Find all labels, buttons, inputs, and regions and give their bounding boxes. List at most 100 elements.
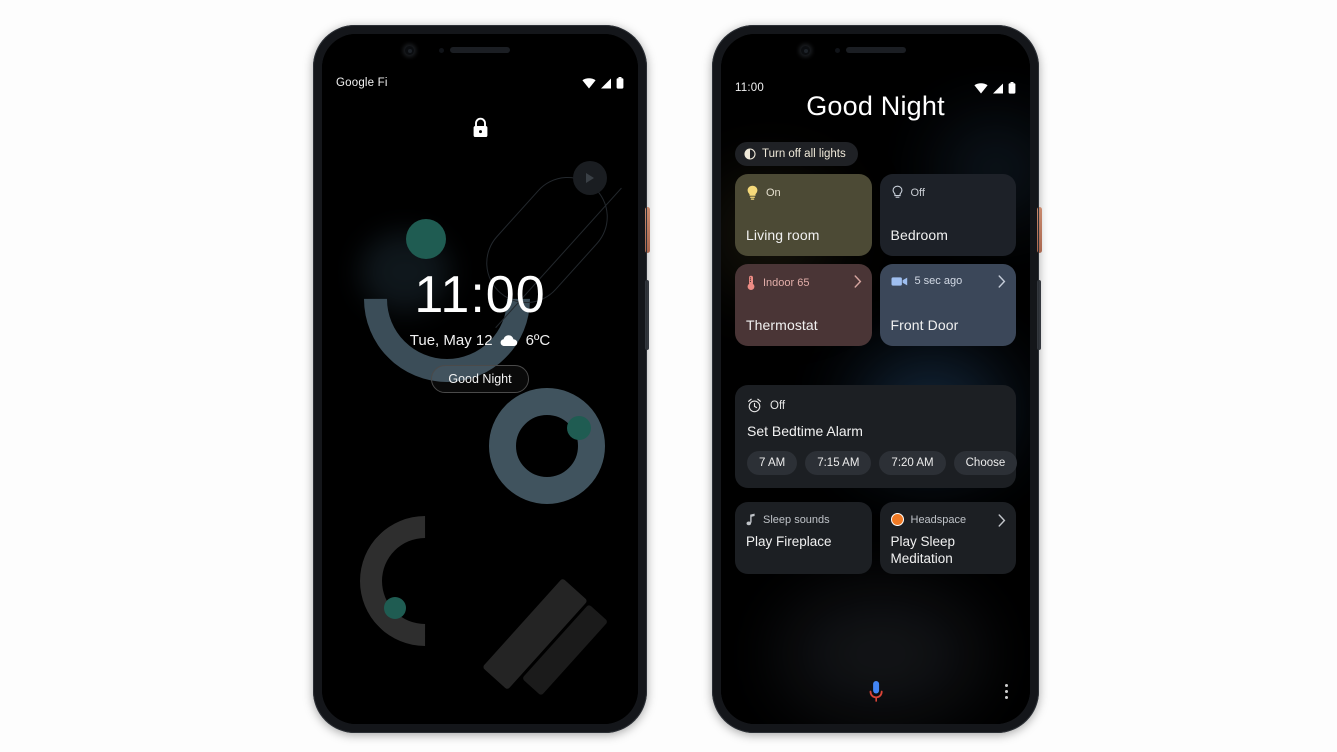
- alarm-clock-icon: [748, 398, 761, 413]
- cloud-icon: [500, 335, 517, 346]
- signal-icon: [993, 83, 1003, 93]
- overflow-menu-icon[interactable]: [1005, 684, 1008, 699]
- device-name: Bedroom: [890, 227, 949, 243]
- alarm-chip-720am[interactable]: 7:20 AM: [879, 451, 946, 475]
- media-title: Play Sleep Meditation: [890, 534, 956, 566]
- wallpaper-teal-dot-3: [384, 597, 406, 619]
- clock-date-row: Tue, May 12 6ºC: [322, 332, 638, 349]
- right-phone-bezel: 11:00 Good Night Turn off all lights On …: [721, 34, 1030, 724]
- device-card-thermostat[interactable]: Indoor 65 Thermostat: [735, 264, 872, 346]
- thermostat-icon: [747, 275, 755, 290]
- lightbulb-outline-icon: [892, 185, 902, 198]
- alarm-card-top: Off: [747, 398, 1004, 413]
- wifi-icon: [582, 77, 596, 88]
- battery-icon: [616, 77, 624, 89]
- left-phone-bezel: Google Fi 11:00 Tue, May 12 6ºC Good Nig…: [322, 34, 638, 724]
- clock-date: Tue, May 12: [409, 332, 493, 349]
- status-icons-right: [974, 82, 1016, 94]
- device-status: Off: [910, 186, 925, 199]
- chevron-right-icon[interactable]: [998, 514, 1006, 527]
- lock-screen: Google Fi 11:00 Tue, May 12 6ºC Good Nig…: [322, 34, 638, 724]
- alarm-status: Off: [770, 399, 786, 412]
- wallpaper-play-triangle-icon: [586, 173, 594, 183]
- device-card-bedroom[interactable]: Off Bedroom: [879, 174, 1016, 256]
- good-night-pill[interactable]: Good Night: [431, 365, 529, 393]
- lock-icon-wrap: [322, 117, 638, 139]
- media-card-grid: Sleep sounds Play Fireplace Headspace Pl…: [735, 502, 1016, 574]
- headspace-circle-icon: [890, 513, 904, 526]
- alarm-time-chips: 7 AM 7:15 AM 7:20 AM Choose: [747, 451, 1018, 475]
- chevron-right-icon[interactable]: [998, 275, 1006, 288]
- turn-off-all-lights-chip[interactable]: Turn off all lights: [735, 142, 858, 166]
- front-camera-right: [801, 46, 810, 55]
- status-time: 11:00: [735, 82, 764, 94]
- wallpaper-ring-shape: [489, 388, 605, 504]
- wallpaper-teal-dot-2: [567, 416, 591, 440]
- alarm-chip-7am[interactable]: 7 AM: [747, 451, 798, 475]
- device-name: Thermostat: [746, 317, 818, 333]
- music-note-icon: [746, 513, 755, 526]
- turn-off-all-lights-label: Turn off all lights: [762, 148, 846, 160]
- device-card-top: On: [746, 185, 861, 200]
- alarm-chip-715am[interactable]: 7:15 AM: [805, 451, 872, 475]
- device-card-front-door[interactable]: 5 sec ago Front Door: [879, 264, 1016, 346]
- status-icons: [582, 77, 624, 89]
- earpiece-speaker: [450, 47, 510, 53]
- wallpaper-teal-dot-1: [406, 219, 446, 259]
- lightbulb-filled-icon: [747, 185, 758, 200]
- device-card-top: Indoor 65: [746, 275, 861, 291]
- wallpaper-hook-shape: [333, 489, 517, 673]
- media-source: Headspace: [910, 513, 967, 526]
- device-status: On: [766, 186, 781, 199]
- screenshot-stage: Google Fi 11:00 Tue, May 12 6ºC Good Nig…: [0, 0, 1337, 752]
- device-name: Living room: [746, 227, 820, 243]
- wifi-icon: [974, 82, 988, 93]
- dot: [1005, 696, 1008, 699]
- dot: [1005, 684, 1008, 687]
- device-card-top: 5 sec ago: [891, 275, 1006, 287]
- chevron-right-icon[interactable]: [854, 275, 862, 288]
- device-card-grid: On Living room Off Bedroom Indoor 65 The…: [735, 174, 1016, 346]
- bedtime-alarm-card: Off Set Bedtime Alarm 7 AM 7:15 AM 7:20 …: [735, 385, 1018, 488]
- media-card-top: Sleep sounds: [746, 513, 861, 526]
- media-card-headspace[interactable]: Headspace Play Sleep Meditation: [879, 502, 1016, 574]
- device-status: 5 sec ago: [914, 275, 963, 287]
- left-phone-device: Google Fi 11:00 Tue, May 12 6ºC Good Nig…: [313, 25, 650, 733]
- media-card-sleep-sounds[interactable]: Sleep sounds Play Fireplace: [735, 502, 872, 574]
- media-title: Play Fireplace: [746, 534, 832, 549]
- good-night-pill-wrap: Good Night: [322, 349, 638, 393]
- device-card-living-room[interactable]: On Living room: [735, 174, 872, 256]
- brightness-power-icon: [744, 148, 756, 160]
- front-sensor-right: [835, 48, 840, 53]
- power-button-right[interactable]: [1037, 207, 1042, 253]
- clock-temperature: 6ºC: [525, 332, 551, 349]
- front-camera: [405, 46, 414, 55]
- lock-clock-block: 11:00 Tue, May 12 6ºC Good Night: [322, 269, 638, 393]
- battery-icon: [1008, 82, 1016, 94]
- volume-button[interactable]: [645, 280, 649, 350]
- alarm-title: Set Bedtime Alarm: [747, 423, 863, 439]
- alarm-chip-choose[interactable]: Choose: [953, 451, 1018, 475]
- right-phone-device: 11:00 Good Night Turn off all lights On …: [712, 25, 1042, 733]
- device-name: Front Door: [890, 317, 959, 333]
- device-status: Indoor 65: [763, 277, 810, 289]
- right-status-bar: 11:00: [721, 73, 1030, 103]
- volume-button-right[interactable]: [1037, 280, 1041, 350]
- good-night-screen: 11:00 Good Night Turn off all lights On …: [721, 34, 1030, 724]
- earpiece-speaker-right: [845, 47, 906, 53]
- assistant-mic-icon: [869, 681, 883, 702]
- lock-icon: [473, 117, 487, 137]
- media-source: Sleep sounds: [763, 513, 830, 526]
- clock-time: 11:00: [414, 266, 546, 324]
- video-camera-icon: [891, 276, 907, 286]
- signal-icon: [601, 78, 611, 88]
- assistant-bottom-bar: [721, 680, 1030, 708]
- media-card-top: Headspace: [890, 513, 1006, 526]
- power-button[interactable]: [645, 207, 650, 253]
- left-status-bar: Google Fi: [322, 68, 638, 98]
- assistant-mic-button[interactable]: [868, 680, 883, 709]
- front-sensor: [439, 48, 444, 53]
- device-card-top: Off: [891, 185, 1006, 200]
- dot: [1005, 690, 1008, 693]
- carrier-label: Google Fi: [336, 77, 388, 89]
